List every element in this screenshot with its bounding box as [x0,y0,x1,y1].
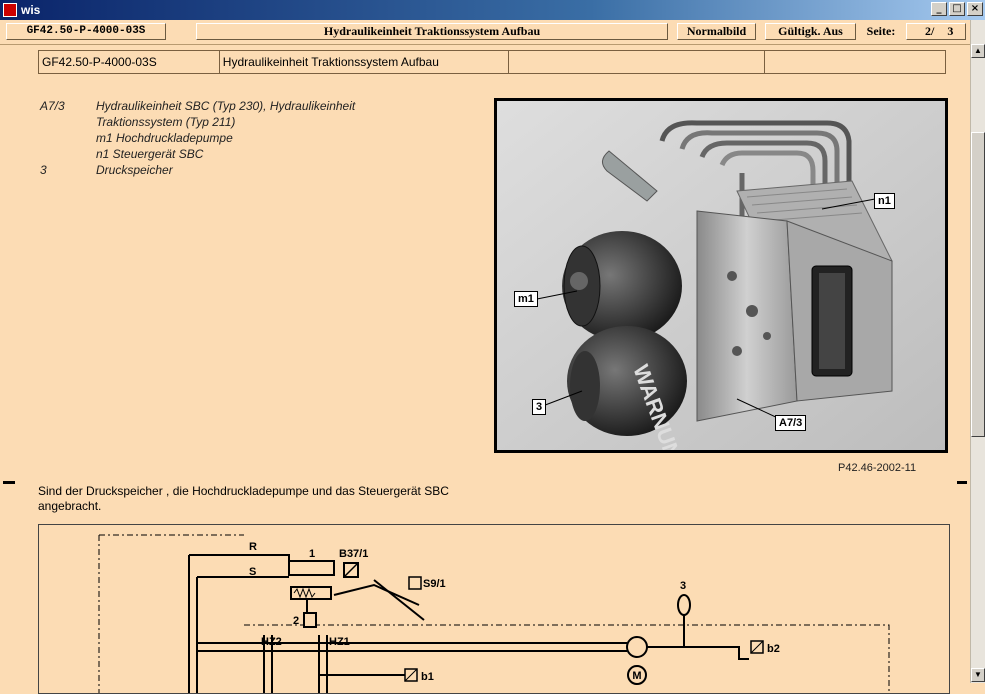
page-indicator: 2/ 3 [906,23,966,40]
label-3: 3 [680,580,686,592]
legend-key: 3 [40,163,47,177]
label-hz1: HZ1 [329,636,350,648]
window-title: wis [21,3,41,17]
callout-3: 3 [532,399,547,415]
scroll-thumb[interactable] [971,132,985,437]
minimize-button[interactable]: _ [931,2,947,16]
window-titlebar: wis _ □ × [0,0,985,20]
doc-id-field[interactable]: GF42.50-P-4000-03S [6,23,166,40]
doc-table-empty-2 [765,51,945,73]
maximize-button[interactable]: □ [949,2,965,16]
legend-text: Druckspeicher [96,163,173,177]
legend-text: n1 Steuergerät SBC [96,147,204,161]
label-1: 1 [309,548,315,560]
label-s9-1: S9/1 [423,578,446,590]
doc-title-field[interactable]: Hydraulikeinheit Traktionssystem Aufbau [196,23,668,40]
doc-table-empty-1 [509,51,766,73]
label-b37-1: B37/1 [339,548,368,560]
schematic-drawing: M R S 1 B37/1 S9/1 2 HZ2 HZ1 3 b2 b1 [98,534,890,693]
label-b2: b2 [767,643,780,655]
normalbild-button[interactable]: Normalbild [677,23,756,40]
label-b1: b1 [421,671,434,683]
photo-caption: P42.46-2002-11 [838,462,917,474]
close-button[interactable]: × [967,2,983,16]
legend-text: m1 Hochdruckladepumpe [96,131,233,145]
scroll-down-arrow-icon[interactable]: ▼ [971,668,985,682]
callout-a73: A7/3 [775,415,807,431]
page-total: 3 [947,24,954,38]
document-header-table: GF42.50-P-4000-03S Hydraulikeinheit Trak… [38,50,946,74]
left-margin-mark [3,481,15,484]
right-margin-mark [957,481,967,484]
scroll-up-arrow-icon[interactable]: ▲ [971,44,985,58]
doc-table-title: Hydraulikeinheit Traktionssystem Aufbau [220,51,510,73]
seite-label: Seite: [858,23,904,40]
legend-key: A7/3 [40,99,65,113]
hydraulic-unit-illustration: WARNUNG [497,101,945,450]
legend-text: Traktionssystem (Typ 211) [96,115,236,129]
instruction-text: Sind der Druckspeicher , die Hochdruckla… [38,484,449,513]
hydraulic-unit-photo: WARNUNG n1 m1 3 A7/3 [494,98,948,453]
label-r: R [249,541,257,553]
document-toolbar: GF42.50-P-4000-03S Hydraulikeinheit Trak… [0,20,970,45]
doc-table-id: GF42.50-P-4000-03S [39,51,220,73]
window-controls: _ □ × [931,2,983,16]
callout-m1: m1 [514,291,538,307]
app-icon [3,3,17,17]
legend-text: Hydraulikeinheit SBC (Typ 230), Hydrauli… [96,99,356,113]
callout-n1: n1 [874,193,895,209]
motor-label: M [632,670,641,682]
page-current: 2/ [925,24,935,38]
label-s: S [249,566,256,578]
gueltigkeit-button[interactable]: Gültigk. Aus [765,23,856,40]
vertical-scrollbar[interactable]: ▲ ▼ [970,20,985,683]
hydraulic-schematic: M R S 1 B37/1 S9/1 2 HZ2 HZ1 3 b2 b1 [38,524,950,694]
label-2: 2 [293,615,299,627]
label-hz2: HZ2 [261,636,282,648]
